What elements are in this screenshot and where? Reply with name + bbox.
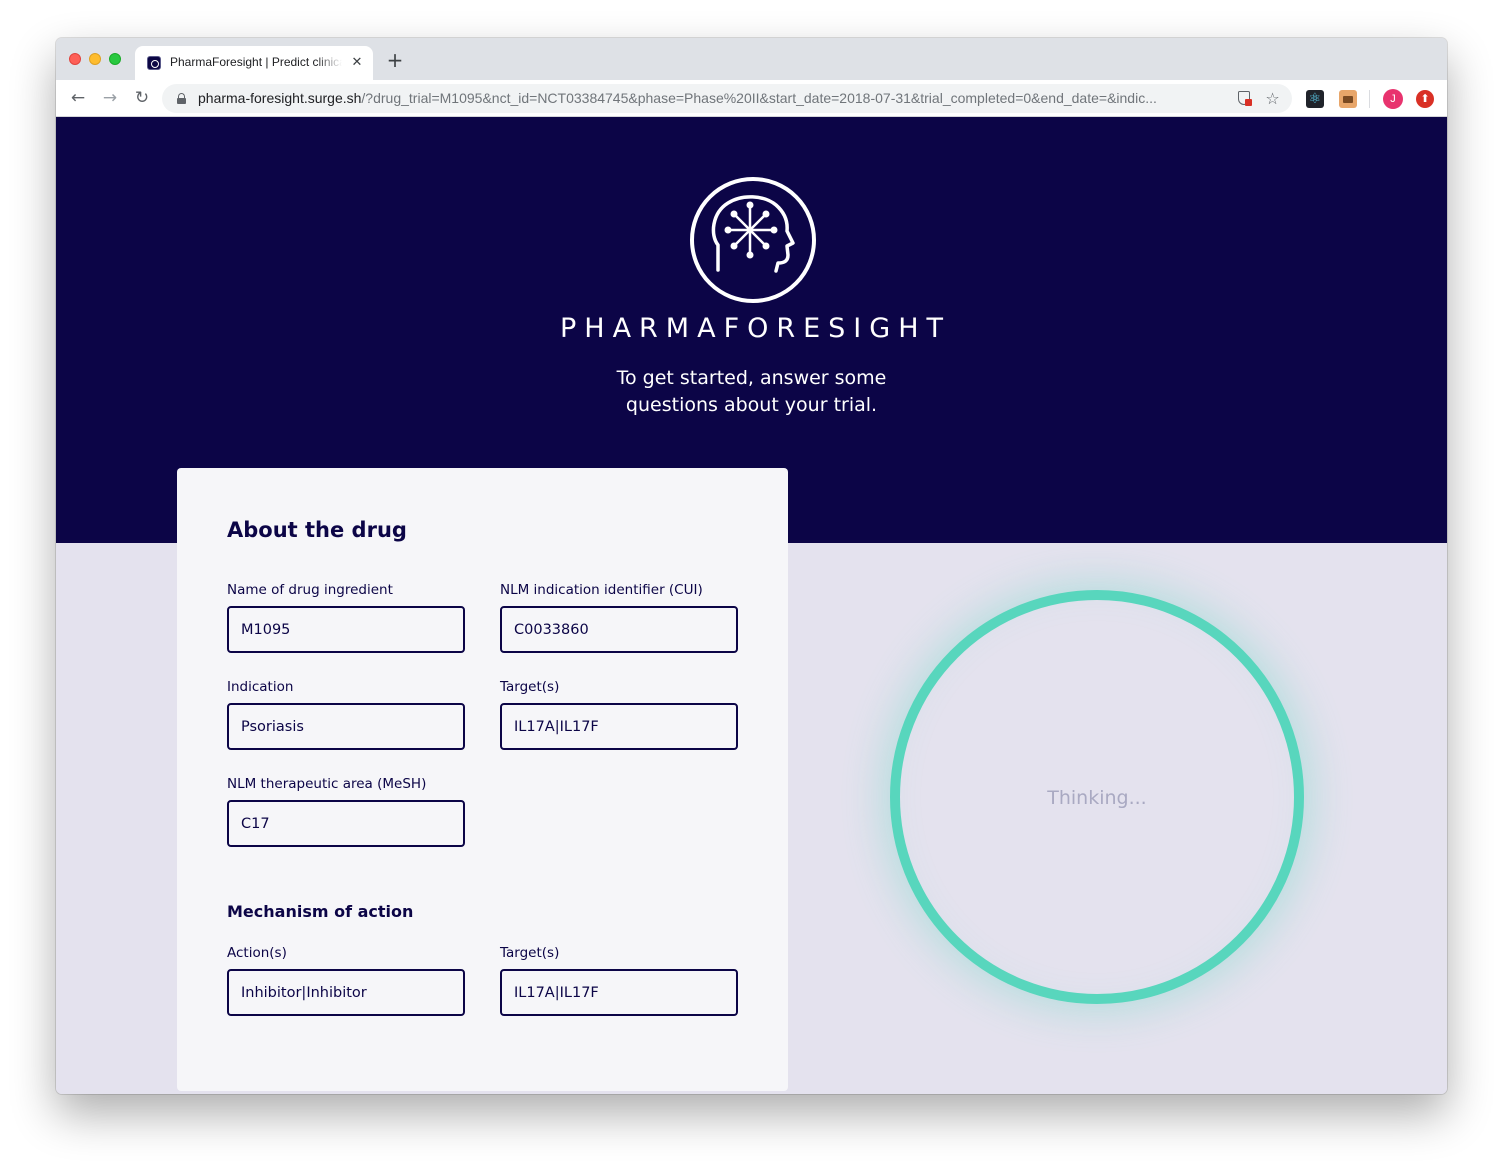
browser-toolbar: ← → ↻ pharma-foresight.surge.sh/?drug_tr… — [56, 80, 1447, 117]
thinking-indicator: Thinking... — [890, 590, 1304, 1004]
extension-icon[interactable] — [1339, 90, 1357, 108]
window-maximize-button[interactable] — [109, 53, 121, 65]
drug-form-card: About the drug Name of drug ingredient N… — [177, 468, 788, 1091]
about-drug-heading: About the drug — [227, 518, 407, 542]
shield-blocked-icon[interactable] — [1236, 90, 1253, 107]
profile-avatar[interactable]: J — [1383, 89, 1403, 109]
new-tab-button[interactable]: + — [386, 50, 404, 70]
forward-arrow-icon[interactable]: → — [98, 86, 122, 110]
indication-label: Indication — [227, 679, 294, 695]
actions-label: Action(s) — [227, 945, 287, 961]
brand-wordmark: PHARMAFORESIGHT — [559, 313, 951, 344]
moa-targets-input[interactable] — [500, 969, 738, 1016]
favicon-icon — [147, 56, 161, 70]
address-bar[interactable]: pharma-foresight.surge.sh/?drug_trial=M1… — [162, 84, 1292, 113]
lock-icon[interactable] — [177, 93, 186, 104]
window-minimize-button[interactable] — [89, 53, 101, 65]
drug-ingredient-input[interactable] — [227, 606, 465, 653]
moa-targets-label: Target(s) — [500, 945, 560, 961]
targets-input[interactable] — [500, 703, 738, 750]
tab-strip: PharmaForesight | Predict clinical trial… — [56, 38, 1447, 80]
url-host: pharma-foresight.surge.sh — [198, 90, 362, 106]
react-devtools-extension-icon[interactable] — [1306, 90, 1324, 108]
drug-ingredient-label: Name of drug ingredient — [227, 582, 393, 598]
browser-window: PharmaForesight | Predict clinical trial… — [56, 38, 1447, 1094]
tagline-line-2: questions about your trial. — [625, 394, 878, 416]
mechanism-of-action-heading: Mechanism of action — [227, 902, 414, 921]
url-text[interactable]: pharma-foresight.surge.sh/?drug_trial=M1… — [198, 90, 1223, 106]
tab-title: PharmaForesight | Predict clinical trial — [170, 55, 342, 69]
reload-icon[interactable]: ↻ — [130, 86, 154, 110]
tagline-line-1: To get started, answer some — [616, 367, 887, 389]
back-arrow-icon[interactable]: ← — [66, 86, 90, 110]
cui-input[interactable] — [500, 606, 738, 653]
indication-input[interactable] — [227, 703, 465, 750]
page-content: PHARMAFORESIGHT To get started, answer s… — [56, 117, 1447, 1094]
cui-label: NLM indication identifier (CUI) — [500, 582, 703, 598]
bookmark-star-icon[interactable]: ☆ — [1264, 90, 1281, 107]
brain-logo-icon — [690, 177, 816, 303]
therapeutic-area-label: NLM therapeutic area (MeSH) — [227, 776, 427, 792]
update-icon[interactable]: ⬆ — [1416, 90, 1434, 108]
targets-label: Target(s) — [500, 679, 560, 695]
window-close-button[interactable] — [69, 53, 81, 65]
toolbar-divider — [1369, 90, 1370, 108]
url-path: /?drug_trial=M1095&nct_id=NCT03384745&ph… — [361, 90, 1157, 106]
browser-tab[interactable]: PharmaForesight | Predict clinical trial… — [135, 46, 373, 80]
close-tab-icon[interactable]: ✕ — [349, 55, 365, 71]
therapeutic-area-input[interactable] — [227, 800, 465, 847]
thinking-status-text: Thinking... — [1047, 787, 1147, 809]
hero-tagline: To get started, answer some questions ab… — [56, 365, 1447, 419]
actions-input[interactable] — [227, 969, 465, 1016]
